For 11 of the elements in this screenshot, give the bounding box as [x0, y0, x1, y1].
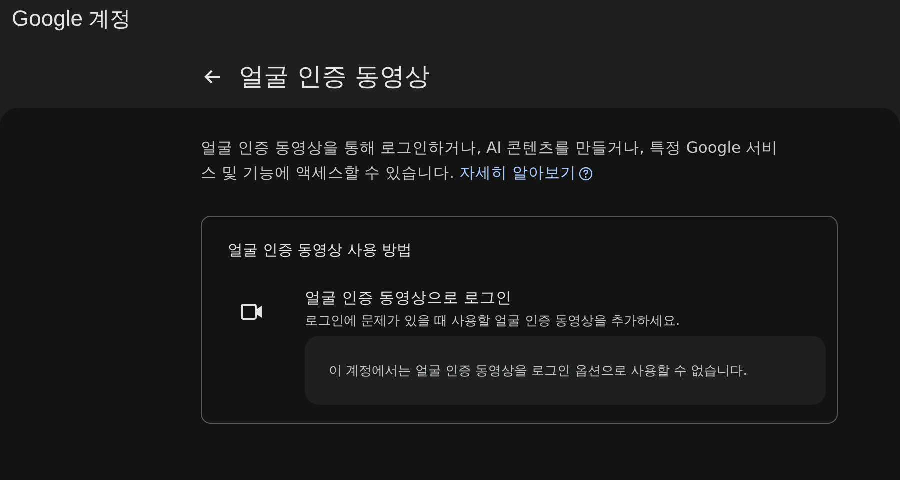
option-description: 로그인에 문제가 있을 때 사용할 얼굴 인증 동영상을 추가하세요. — [305, 313, 682, 330]
option-title: 얼굴 인증 동영상으로 로그인 — [305, 288, 513, 309]
video-camera-icon — [241, 304, 263, 320]
brand-logo: Google — [12, 6, 83, 32]
help-icon — [579, 166, 594, 180]
card-title: 얼굴 인증 동영상 사용 방법 — [228, 241, 414, 260]
page-title: 얼굴 인증 동영상 — [239, 61, 430, 93]
learn-more-link[interactable]: 자세히 알아보기 — [460, 161, 594, 186]
notice-message: 이 계정에서는 얼굴 인증 동영상을 로그인 옵션으로 사용할 수 없습니다. — [305, 336, 826, 405]
intro-text: 얼굴 인증 동영상을 통해 로그인하거나, AI 콘텐츠를 만들거나, 특정 Google 서비스 및 기능에 액세스할 수 있습니다. 자세히 알아보기 — [201, 136, 791, 186]
product-name: 계정 — [88, 6, 131, 33]
